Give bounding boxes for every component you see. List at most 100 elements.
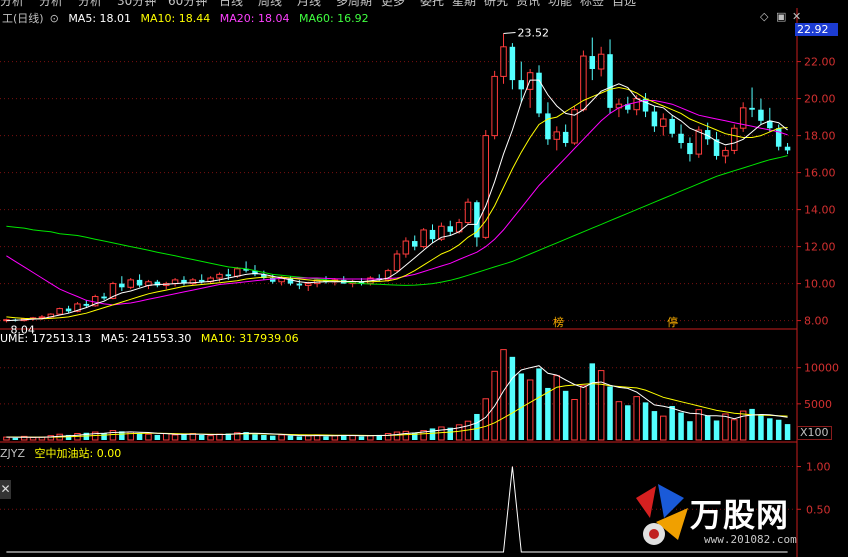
candle-body [678, 133, 684, 143]
candle-body [216, 273, 223, 279]
volume-bars [3, 349, 791, 441]
volume-bar [261, 434, 267, 440]
window-icon[interactable]: ▣ [776, 10, 786, 23]
top-menu-item[interactable]: 资讯 [516, 0, 540, 7]
volume-bar [704, 415, 711, 440]
top-menu-item[interactable]: 标签 [580, 0, 604, 7]
candle-body [447, 226, 454, 232]
volume-bar [207, 435, 214, 441]
top-menu-item[interactable]: 60分钟 [168, 0, 207, 7]
top-menu-item[interactable]: 自选 [612, 0, 636, 7]
candle-body [695, 129, 703, 155]
volume-bar [216, 433, 223, 441]
volume-bar [545, 387, 551, 440]
candle-body [500, 46, 507, 77]
volume-bar [145, 433, 152, 441]
chart-title: 工(日线) [2, 12, 44, 25]
candlestick-series: 23.528.04 [3, 26, 791, 336]
volume-bar [296, 436, 303, 440]
candle-body [660, 118, 667, 127]
volume-bar [607, 386, 613, 440]
volume-bar [171, 434, 179, 441]
top-menu-item[interactable]: 日线 [219, 0, 243, 7]
top-menu-item[interactable]: 更多 [381, 0, 405, 7]
volume-bar [331, 435, 339, 441]
candle-body [669, 118, 675, 134]
watermark-url: www.201082.com [704, 533, 797, 546]
high-label: 23.52 [518, 26, 550, 39]
candle-body [56, 308, 63, 315]
candle-body [758, 109, 764, 121]
volume-bar [615, 401, 623, 441]
candle-body [482, 135, 490, 238]
candle-body [607, 54, 613, 108]
candle-body [562, 131, 569, 143]
watermark-logo-icon [636, 484, 688, 545]
candle-body [731, 127, 738, 151]
volume-bar [589, 363, 596, 440]
settings-icon[interactable]: ⊙ [50, 12, 59, 25]
top-menu-item[interactable]: 分析 [0, 0, 24, 7]
ting-tag[interactable]: 停 [667, 314, 678, 330]
volume-bar [287, 435, 294, 440]
top-menu-item[interactable]: 研究 [484, 0, 508, 7]
main-legend: 工(日线) ⊙ MA5: 18.01 MA10: 18.44 MA20: 18.0… [2, 10, 375, 26]
volume-bar [536, 368, 542, 440]
top-menu-item[interactable]: 分析 [78, 0, 102, 7]
volume-legend: UME: 172513.13 MA5: 241553.30 MA10: 3179… [0, 332, 305, 345]
volume-bar [393, 431, 401, 441]
candle-body [233, 268, 241, 277]
volume-bar [509, 356, 516, 440]
candle-body [296, 283, 303, 286]
price-tick-label: 16.00 [804, 167, 836, 180]
candle-body [597, 53, 605, 70]
volume-bar [713, 420, 720, 440]
volume-bar [784, 424, 791, 440]
candle-body [225, 274, 232, 277]
volume-bar [438, 426, 445, 441]
candle-body [287, 278, 294, 284]
high-marker [503, 31, 516, 34]
volume-bar [660, 415, 667, 441]
top-menu-item[interactable]: 周线 [258, 0, 282, 7]
top-menu-item[interactable]: 星期 [452, 0, 476, 7]
candle-body [553, 131, 561, 140]
price-tick-label: 12.00 [804, 241, 836, 254]
top-menu-item[interactable]: 30分钟 [117, 0, 156, 7]
ma10-label: MA10: 18.44 [140, 12, 211, 25]
top-menu-item[interactable]: 多周期 [336, 0, 372, 7]
candle-body [429, 229, 436, 240]
volume-bar [269, 435, 276, 440]
top-menu-item[interactable]: 功能 [548, 0, 572, 7]
top-menu-item[interactable]: 委托 [420, 0, 444, 7]
top-menu-item[interactable]: 月线 [297, 0, 321, 7]
candle-body [136, 279, 143, 286]
bang-tag[interactable]: 榜 [553, 314, 564, 330]
volume-bar [252, 434, 258, 440]
diamond-icon[interactable]: ◇ [760, 10, 768, 23]
panel-close-icon[interactable]: ✕ [0, 480, 11, 499]
candle-body [749, 107, 755, 110]
volume-bar [101, 433, 107, 440]
indicator-legend: ZJYZ 空中加油站: 0.00 [0, 445, 127, 461]
volume-bar [580, 385, 587, 441]
close-icon[interactable]: ✕ [792, 10, 801, 23]
price-tick-label: 20.00 [804, 93, 836, 106]
volume-bar [642, 402, 649, 440]
volume-tick-label: 10000 [804, 362, 839, 375]
top-menu-item[interactable]: 分析 [39, 0, 63, 7]
volume-bar [136, 433, 143, 440]
price-tick-label: 18.00 [804, 130, 836, 143]
volume-tick-label: 5000 [804, 398, 832, 411]
ma60-label: MA60: 16.92 [298, 12, 369, 25]
candle-body [589, 56, 596, 69]
candle-body [393, 253, 401, 272]
volume-bar [669, 406, 675, 440]
volume-bar [651, 411, 658, 440]
current-price-tag: 22.92 [795, 23, 838, 36]
price-axis: 22.00 20.00 18.00 16.00 14.00 12.00 10.00 8.00 1… [797, 56, 839, 516]
volume-bar [12, 437, 19, 440]
volume-bar [553, 375, 561, 441]
volume-ma5-label: MA5: 241553.30 [100, 332, 192, 345]
volume-bar [633, 396, 640, 441]
